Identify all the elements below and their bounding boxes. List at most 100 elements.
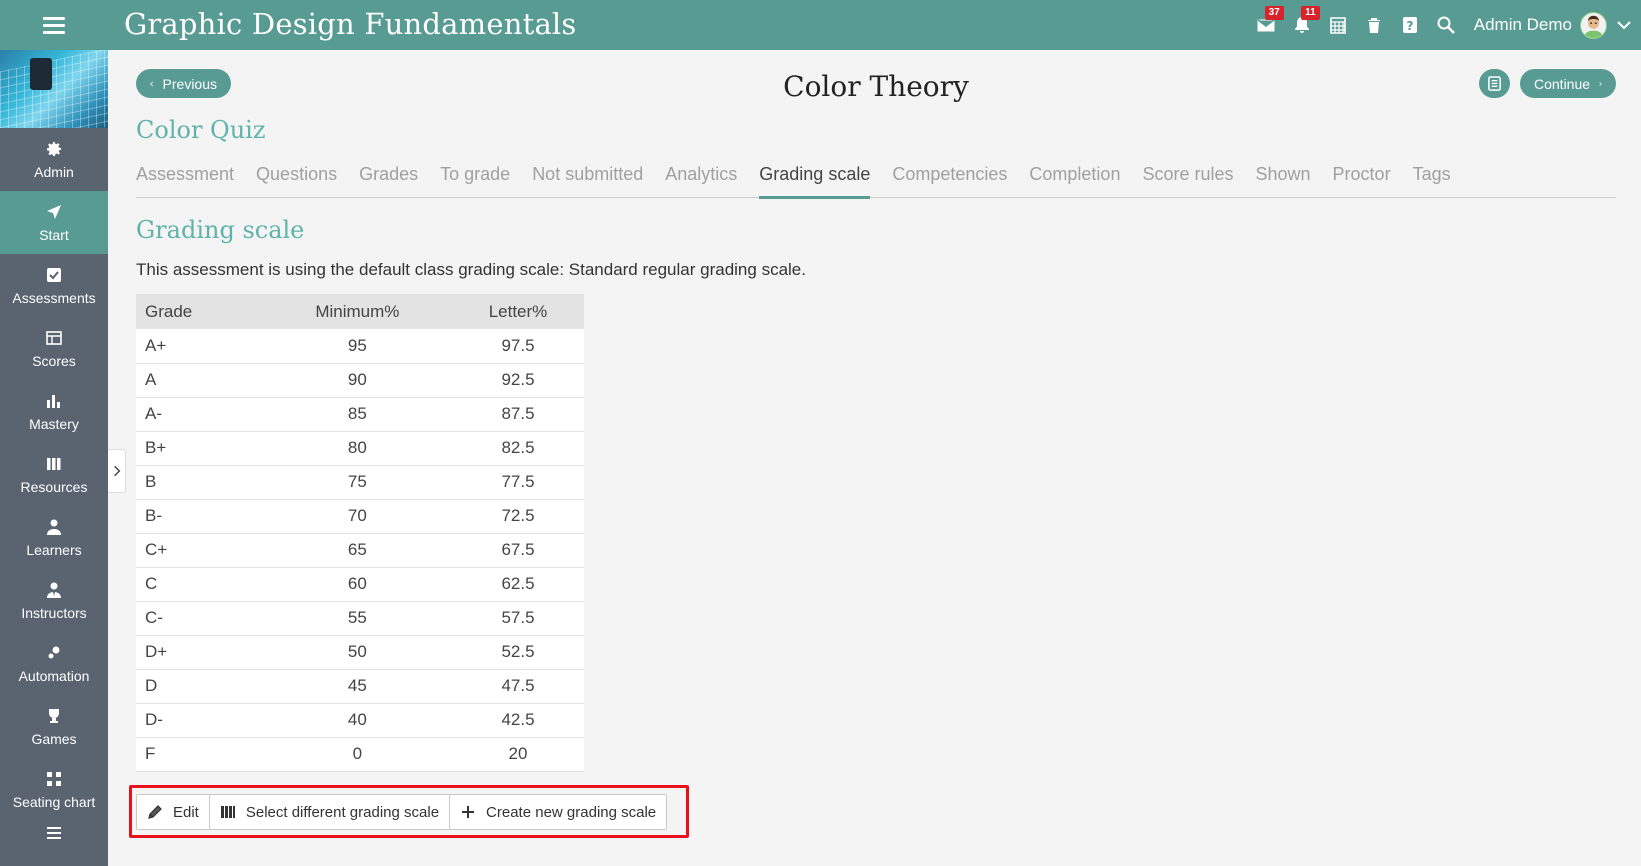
sidebar-item-learners[interactable]: Learners	[0, 506, 108, 569]
table-row: F 0 20	[136, 737, 584, 772]
app-title: Graphic Design Fundamentals	[124, 7, 577, 41]
table-row: A+ 95 97.5	[136, 329, 584, 364]
tab-bar: Assessment Questions Grades To grade Not sub…	[136, 150, 1616, 199]
sidebar-more-button[interactable]	[0, 821, 108, 851]
tab-not-submitted[interactable]: Not submitted	[532, 150, 643, 198]
chevron-right-icon	[1599, 81, 1602, 86]
sidebar-item-instructors[interactable]: Instructors	[0, 569, 108, 632]
section-title: Grading scale	[136, 216, 305, 244]
sidebar: Admin Start Assessments Scores Mastery Resour…	[0, 50, 108, 866]
sidebar-item-resources[interactable]: Resources	[0, 443, 108, 506]
letter-cell: 87.5	[452, 397, 584, 432]
sidebar-item-label: Admin	[34, 163, 74, 180]
select-scale-label: Select different grading scale	[245, 803, 440, 821]
sidebar-toggle[interactable]	[108, 449, 126, 493]
sidebar-item-scores[interactable]: Scores	[0, 317, 108, 380]
letter-cell: 77.5	[452, 465, 584, 500]
plus-icon	[462, 806, 475, 818]
messages-button[interactable]: 37	[1248, 0, 1284, 50]
menu-button[interactable]	[0, 0, 108, 50]
tab-competencies[interactable]: Competencies	[892, 150, 1007, 198]
select-scale-button[interactable]: Select different grading scale	[210, 795, 451, 829]
tab-questions[interactable]: Questions	[256, 150, 337, 198]
table-row: D- 40 42.5	[136, 703, 584, 738]
tab-completion[interactable]: Completion	[1029, 150, 1120, 198]
minimum-cell: 70	[262, 499, 453, 534]
tab-analytics[interactable]: Analytics	[665, 150, 737, 198]
letter-cell: 97.5	[452, 329, 584, 364]
sidebar-item-games[interactable]: Games	[0, 695, 108, 758]
class-image	[0, 50, 108, 128]
trash-icon	[1367, 18, 1380, 33]
tab-proctor[interactable]: Proctor	[1333, 150, 1391, 198]
continue-button[interactable]: Continue	[1520, 69, 1616, 98]
sidebar-item-mastery[interactable]: Mastery	[0, 380, 108, 443]
trophy-icon	[49, 708, 59, 723]
sidebar-item-automation[interactable]: Automation	[0, 632, 108, 695]
tab-assessment[interactable]: Assessment	[136, 150, 234, 198]
sidebar-item-assessments[interactable]: Assessments	[0, 254, 108, 317]
table-row: A 90 92.5	[136, 363, 584, 398]
navigate-icon	[47, 204, 61, 219]
notifications-button[interactable]: 11	[1284, 0, 1320, 50]
grade-cell: B	[136, 465, 263, 500]
minimum-cell: 60	[262, 567, 453, 602]
top-bar: Graphic Design Fundamentals 37 11 ? Admi…	[0, 0, 1641, 50]
minimum-cell: 50	[262, 635, 453, 670]
letter-cell: 20	[452, 737, 584, 772]
svg-text:?: ?	[1406, 19, 1413, 33]
tab-grades[interactable]: Grades	[359, 150, 418, 198]
table-row: C+ 65 67.5	[136, 533, 584, 568]
column-header-grade: Grade	[136, 294, 263, 329]
minimum-cell: 45	[262, 669, 453, 704]
search-icon	[1437, 16, 1455, 34]
continue-label: Continue	[1534, 75, 1591, 92]
letter-cell: 57.5	[452, 601, 584, 636]
letter-cell: 42.5	[452, 703, 584, 738]
trash-button[interactable]	[1356, 0, 1392, 50]
grade-cell: B+	[136, 431, 263, 466]
create-scale-button[interactable]: Create new grading scale	[450, 795, 666, 829]
gear-icon	[47, 141, 61, 156]
grade-cell: D	[136, 669, 263, 704]
help-button[interactable]: ?	[1392, 0, 1428, 50]
grading-actions: Edit Select different grading scale Crea…	[136, 794, 668, 830]
column-header-letter: Letter%	[452, 294, 584, 329]
create-scale-label: Create new grading scale	[486, 803, 657, 821]
sidebar-item-label: Games	[31, 730, 77, 747]
sidebar-item-label: Scores	[32, 352, 76, 369]
user-menu-button[interactable]	[1607, 0, 1641, 50]
sidebar-item-start[interactable]: Start	[0, 191, 108, 254]
hamburger-icon	[43, 16, 65, 34]
sidebar-item-label: Learners	[26, 541, 82, 558]
gears-icon	[48, 646, 60, 658]
help-icon: ?	[1402, 17, 1417, 33]
tab-tags[interactable]: Tags	[1413, 150, 1451, 198]
tab-score-rules[interactable]: Score rules	[1142, 150, 1233, 198]
grading-scale-table: Grade Minimum% Letter% A+ 95 97.5 A 90 92.5 A-…	[136, 294, 584, 772]
grade-cell: C	[136, 567, 263, 602]
edit-button[interactable]: Edit	[137, 795, 210, 829]
letter-cell: 47.5	[452, 669, 584, 704]
tab-to-grade[interactable]: To grade	[440, 150, 510, 198]
table-row: C 60 62.5	[136, 567, 584, 602]
sidebar-item-seating-chart[interactable]: Seating chart	[0, 758, 108, 821]
avatar[interactable]	[1580, 11, 1607, 39]
search-button[interactable]	[1428, 0, 1464, 50]
sidebar-item-admin[interactable]: Admin	[0, 128, 108, 191]
table-row: B+ 80 82.5	[136, 431, 584, 466]
user-name[interactable]: Admin Demo	[1474, 15, 1572, 35]
minimum-cell: 80	[262, 431, 453, 466]
table-row: C- 55 57.5	[136, 601, 584, 636]
grade-cell: A+	[136, 329, 263, 364]
tab-shown[interactable]: Shown	[1256, 150, 1311, 198]
grade-cell: C-	[136, 601, 263, 636]
notebook-icon	[1488, 76, 1501, 91]
notebook-button[interactable]	[1479, 69, 1510, 98]
sidebar-item-label: Resources	[20, 478, 88, 495]
calendar-button[interactable]	[1320, 0, 1356, 50]
letter-cell: 67.5	[452, 533, 584, 568]
tab-grading-scale[interactable]: Grading scale	[759, 150, 871, 199]
scale-description: This assessment is using the default cla…	[136, 260, 806, 279]
letter-cell: 82.5	[452, 431, 584, 466]
